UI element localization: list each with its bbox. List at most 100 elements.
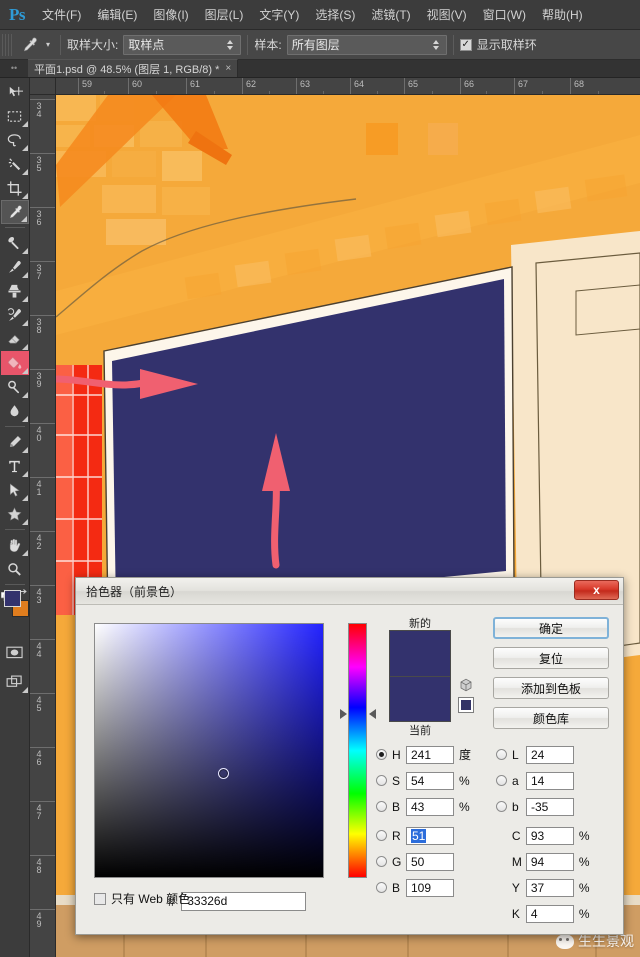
radio-r[interactable] (376, 830, 387, 841)
pen-tool[interactable] (1, 430, 29, 454)
rgb-field-g[interactable]: G 50 (376, 852, 492, 871)
input-k[interactable]: 4 (525, 904, 574, 923)
cmyk-field-m[interactable]: M 94 % (496, 852, 612, 871)
menu-filter[interactable]: 滤镜(T) (363, 0, 418, 30)
add-to-swatches-button[interactable]: 添加到色板 (493, 677, 609, 699)
zoom-tool[interactable] (1, 557, 29, 581)
radio-brightness[interactable] (376, 801, 387, 812)
radio-blue[interactable] (376, 882, 387, 893)
crop-tool[interactable] (1, 176, 29, 200)
cmyk-field-k[interactable]: K 4 % (496, 904, 612, 923)
menu-help[interactable]: 帮助(H) (534, 0, 591, 30)
horizontal-ruler[interactable]: 59 60 61 62 63 64 65 66 67 68 (56, 78, 640, 95)
lab-field-l[interactable]: L 24 (496, 745, 612, 764)
show-sampling-ring-checkbox[interactable]: ✓ 显示取样环 (459, 36, 542, 53)
hex-input[interactable]: 33326d (181, 892, 307, 911)
radio-l[interactable] (496, 749, 507, 760)
input-brightness[interactable]: 43 (406, 797, 454, 816)
magic-wand-tool[interactable] (1, 152, 29, 176)
input-r[interactable]: 51 (406, 826, 454, 845)
menu-window[interactable]: 窗口(W) (475, 0, 534, 30)
healing-brush-tool[interactable] (1, 231, 29, 255)
color-field[interactable] (94, 623, 324, 878)
radio-g[interactable] (376, 856, 387, 867)
input-y[interactable]: 37 (525, 878, 574, 897)
menu-edit[interactable]: 编辑(E) (89, 0, 145, 30)
tool-submenu-triangle-icon (21, 392, 28, 398)
ruler-v-tick-label: 43 (34, 587, 44, 603)
lasso-tool[interactable] (1, 128, 29, 152)
history-brush-tool[interactable] (1, 303, 29, 327)
screen-mode-button[interactable] (1, 670, 29, 694)
ruler-corner[interactable] (30, 78, 56, 95)
input-h[interactable]: 241 (406, 745, 454, 764)
lab-field-a[interactable]: a 14 (496, 771, 612, 790)
hue-slider[interactable] (348, 623, 367, 878)
menu-image[interactable]: 图像(I) (145, 0, 196, 30)
cmyk-field-y[interactable]: Y 37 % (496, 878, 612, 897)
blur-tool[interactable] (1, 399, 29, 423)
out-of-web-gamut-icon[interactable] (458, 677, 474, 693)
current-color-swatch[interactable] (389, 676, 451, 722)
lab-field-b[interactable]: b -35 (496, 797, 612, 816)
hue-slider-left-arrow-icon[interactable] (340, 709, 347, 719)
close-icon[interactable]: × (225, 63, 231, 74)
web-safe-color-swatch[interactable] (458, 697, 474, 713)
input-l[interactable]: 24 (526, 745, 574, 764)
document-tab[interactable]: 平面1.psd @ 48.5% (图层 1, RGB/8) * × (28, 59, 239, 77)
input-c[interactable]: 93 (525, 826, 574, 845)
quick-mask-button[interactable] (1, 640, 29, 664)
foreground-color-swatch[interactable] (4, 590, 21, 607)
menu-view[interactable]: 视图(V) (419, 0, 475, 30)
cmyk-field-c[interactable]: C 93 % (496, 826, 612, 845)
paint-bucket-tool[interactable] (0, 351, 29, 375)
move-tool[interactable] (1, 80, 29, 104)
radio-s[interactable] (376, 775, 387, 786)
rgb-field-b[interactable]: B 109 (376, 878, 492, 897)
radio-lab-b[interactable] (496, 801, 507, 812)
hand-tool[interactable] (1, 533, 29, 557)
dodge-tool[interactable] (1, 375, 29, 399)
sample-size-select[interactable]: 取样点 (123, 34, 242, 55)
hsb-field-s[interactable]: S 54 % (376, 771, 492, 790)
reset-button[interactable]: 复位 (493, 647, 609, 669)
tool-preset-chevron-down-icon[interactable]: ▾ (42, 33, 54, 57)
sample-select[interactable]: 所有图层 (286, 34, 447, 55)
path-selection-tool[interactable] (1, 478, 29, 502)
web-only-colors-checkbox[interactable]: 只有 Web 颜色 (94, 890, 190, 907)
horizontal-type-tool[interactable] (1, 454, 29, 478)
hue-slider-right-arrow-icon[interactable] (369, 709, 376, 719)
input-a[interactable]: 14 (526, 771, 574, 790)
options-bar-grip[interactable] (2, 33, 12, 56)
field-row-b-y: B 109 Y 37 % (376, 876, 612, 899)
input-s[interactable]: 54 (406, 771, 454, 790)
rectangular-marquee-tool[interactable] (1, 104, 29, 128)
menu-file[interactable]: 文件(F) (34, 0, 89, 30)
ruler-h-tick-label: 68 (574, 79, 585, 89)
hsb-field-b[interactable]: B 43 % (376, 797, 492, 816)
radio-a[interactable] (496, 775, 507, 786)
input-m[interactable]: 94 (525, 852, 574, 871)
dialog-title-bar[interactable]: 拾色器（前景色） x (76, 578, 623, 605)
menu-layer[interactable]: 图层(L) (197, 0, 252, 30)
custom-shape-tool[interactable] (1, 502, 29, 526)
input-g[interactable]: 50 (406, 852, 454, 871)
tab-bar-grip[interactable]: •• (0, 59, 28, 77)
input-blue[interactable]: 109 (406, 878, 454, 897)
rgb-field-r[interactable]: R 51 (376, 826, 492, 845)
menu-type[interactable]: 文字(Y) (251, 0, 307, 30)
menu-select[interactable]: 选择(S) (307, 0, 363, 30)
eraser-tool[interactable] (1, 327, 29, 351)
input-lab-b[interactable]: -35 (526, 797, 574, 816)
ok-button[interactable]: 确定 (493, 617, 609, 639)
clone-stamp-tool[interactable] (1, 279, 29, 303)
eyedropper-icon[interactable] (16, 33, 42, 57)
radio-h[interactable] (376, 749, 387, 760)
color-libraries-button[interactable]: 颜色库 (493, 707, 609, 729)
eyedropper-tool[interactable] (0, 200, 29, 224)
close-button[interactable]: x (574, 580, 619, 600)
hsb-field-h[interactable]: H 241 度 (376, 745, 492, 764)
vertical-ruler[interactable]: 34 35 36 37 38 39 40 41 42 43 44 45 46 4… (30, 95, 56, 957)
field-row-s-a: S 54 % a 14 (376, 769, 612, 792)
brush-tool[interactable] (1, 255, 29, 279)
